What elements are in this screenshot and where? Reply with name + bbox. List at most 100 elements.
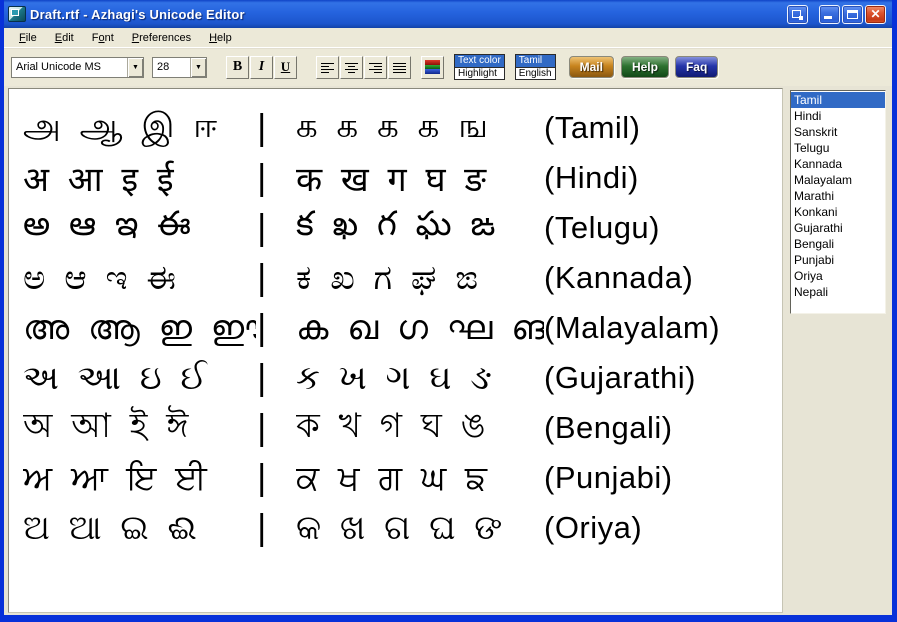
chevron-down-icon[interactable]: ▼ (190, 58, 206, 77)
menu-font[interactable]: Font (83, 30, 123, 46)
list-item-kannada[interactable]: Kannada (791, 156, 885, 172)
highlight-button[interactable]: Highlight (455, 68, 504, 79)
vowels-text: অ আ ই ঈ (23, 400, 256, 457)
list-item-gujarathi[interactable]: Gujarathi (791, 220, 885, 236)
vowels-text: ଅ ଆ ଇ ଈ (23, 508, 256, 548)
menu-help[interactable]: Help (200, 30, 241, 46)
language-label: (Bengali) (544, 410, 782, 446)
language-label: (Kannada) (544, 260, 782, 296)
app-icon (8, 6, 26, 22)
titlebar[interactable]: Draft.rtf - Azhagi's Unicode Editor ✕ (4, 0, 892, 28)
separator-text: | (256, 308, 296, 348)
language-label: (Hindi) (544, 160, 782, 196)
document-editor[interactable]: அ ஆ இ ஈ | க க க க ங (Tamil) अ आ इ ई | क … (8, 88, 783, 613)
underline-button[interactable]: U (274, 56, 297, 79)
separator-text: | (256, 408, 296, 448)
consonants-text: ਕ ਖ ਗ ਘ ਙ (296, 458, 544, 498)
faq-button[interactable]: Faq (675, 56, 718, 78)
list-item-telugu[interactable]: Telugu (791, 140, 885, 156)
align-center-button[interactable] (340, 56, 363, 79)
chevron-down-icon[interactable]: ▼ (127, 58, 143, 77)
menu-edit[interactable]: Edit (46, 30, 83, 46)
separator-text: | (256, 358, 296, 398)
list-item-tamil[interactable]: Tamil (791, 92, 885, 108)
list-item-oriya[interactable]: Oriya (791, 268, 885, 284)
consonants-text: ક ખ ગ ઘ ઙ (296, 358, 544, 398)
script-row-tamil: அ ஆ இ ஈ | க க க க ங (Tamil) (23, 103, 782, 153)
text-color-highlight-control[interactable]: Text color Highlight (454, 54, 505, 80)
language-listbox[interactable]: Tamil Hindi Sanskrit Telugu Kannada Mala… (790, 90, 886, 314)
list-item-sanskrit[interactable]: Sanskrit (791, 124, 885, 140)
bold-button[interactable]: B (226, 56, 249, 79)
consonants-text: क ख ग घ ङ (296, 155, 544, 201)
list-item-bengali[interactable]: Bengali (791, 236, 885, 252)
vowels-text: அ ஆ இ ஈ (23, 106, 256, 150)
consonants-text: క ఖ గ ఘ ఙ (296, 204, 544, 252)
separator-text: | (256, 508, 296, 548)
align-justify-icon (392, 61, 407, 74)
language-toggle-control[interactable]: Tamil English (515, 54, 556, 80)
align-left-icon (320, 61, 335, 74)
text-color-button[interactable]: Text color (455, 55, 504, 68)
minimize-button[interactable] (819, 5, 840, 24)
language-label: (Oriya) (544, 510, 782, 546)
list-item-punjabi[interactable]: Punjabi (791, 252, 885, 268)
align-right-button[interactable] (364, 56, 387, 79)
align-left-button[interactable] (316, 56, 339, 79)
script-row-gujarathi: અ આ ઇ ઈ | ક ખ ગ ઘ ઙ (Gujarathi) (23, 353, 782, 403)
italic-button[interactable]: I (250, 56, 273, 79)
vowels-text: ಅ ಆ ಇ ಈ (23, 258, 256, 298)
font-size-combobox[interactable]: 28 ▼ (152, 57, 207, 78)
language-english-button[interactable]: English (516, 68, 555, 79)
language-label: (Gujarathi) (544, 360, 782, 396)
language-label: (Malayalam) (544, 310, 782, 346)
font-size-value: 28 (153, 58, 190, 77)
align-justify-button[interactable] (388, 56, 411, 79)
menu-file[interactable]: File (10, 30, 46, 46)
separator-text: | (256, 208, 296, 248)
script-row-punjabi: ਅ ਆ ਇ ਈ | ਕ ਖ ਗ ਘ ਙ (Punjabi) (23, 453, 782, 503)
close-button[interactable]: ✕ (865, 5, 886, 24)
vowels-text: അ ആ ഇ ഈ (23, 308, 256, 348)
list-item-hindi[interactable]: Hindi (791, 108, 885, 124)
script-row-telugu: అ ఆ ఇ ఈ | క ఖ గ ఘ ఙ (Telugu) (23, 203, 782, 253)
script-row-malayalam: അ ആ ഇ ഈ | ക ഖ ഗ ഘ ങ (Malayalam) (23, 303, 782, 353)
separator-text: | (256, 108, 296, 148)
consonants-text: க க க க ங (296, 106, 544, 150)
maximize-button[interactable] (842, 5, 863, 24)
script-row-bengali: অ আ ই ঈ | ক খ গ ঘ ঙ (Bengali) (23, 403, 782, 453)
align-center-icon (344, 61, 359, 74)
language-tamil-button[interactable]: Tamil (516, 55, 555, 68)
tray-button[interactable] (787, 5, 808, 24)
list-item-konkani[interactable]: Konkani (791, 204, 885, 220)
list-item-malayalam[interactable]: Malayalam (791, 172, 885, 188)
consonants-text: କ ଖ ଗ ଘ ଙ (296, 508, 544, 548)
window-title: Draft.rtf - Azhagi's Unicode Editor (30, 7, 787, 22)
align-right-icon (368, 61, 383, 74)
consonants-text: ক খ গ ঘ ঙ (296, 400, 544, 457)
separator-text: | (256, 458, 296, 498)
language-label: (Telugu) (544, 210, 782, 246)
vowels-text: అ ఆ ఇ ఈ (23, 204, 256, 252)
vowels-text: અ આ ઇ ઈ (23, 358, 256, 398)
language-label: (Punjabi) (544, 460, 782, 496)
menu-preferences[interactable]: Preferences (123, 30, 200, 46)
script-row-kannada: ಅ ಆ ಇ ಈ | ಕ ಖ ಗ ಘ ಙ (Kannada) (23, 253, 782, 303)
list-item-nepali[interactable]: Nepali (791, 284, 885, 300)
menubar: File Edit Font Preferences Help (4, 28, 892, 48)
help-button[interactable]: Help (621, 56, 669, 78)
mail-button[interactable]: Mail (569, 56, 614, 78)
color-palette-button[interactable] (421, 56, 444, 79)
separator-text: | (256, 258, 296, 298)
vowels-text: अ आ इ ई (23, 155, 256, 201)
font-family-value: Arial Unicode MS (12, 58, 127, 77)
close-icon: ✕ (866, 6, 885, 23)
maximize-icon (847, 10, 858, 19)
consonants-text: ಕ ಖ ಗ ಘ ಙ (296, 258, 544, 298)
list-item-marathi[interactable]: Marathi (791, 188, 885, 204)
script-row-hindi: अ आ इ ई | क ख ग घ ङ (Hindi) (23, 153, 782, 203)
script-row-oriya: ଅ ଆ ଇ ଈ | କ ଖ ଗ ଘ ଙ (Oriya) (23, 503, 782, 553)
toolbar: Arial Unicode MS ▼ 28 ▼ B I U (4, 48, 892, 85)
content-area: அ ஆ இ ஈ | க க க க ங (Tamil) अ आ इ ई | क … (4, 86, 892, 615)
font-family-combobox[interactable]: Arial Unicode MS ▼ (11, 57, 144, 78)
